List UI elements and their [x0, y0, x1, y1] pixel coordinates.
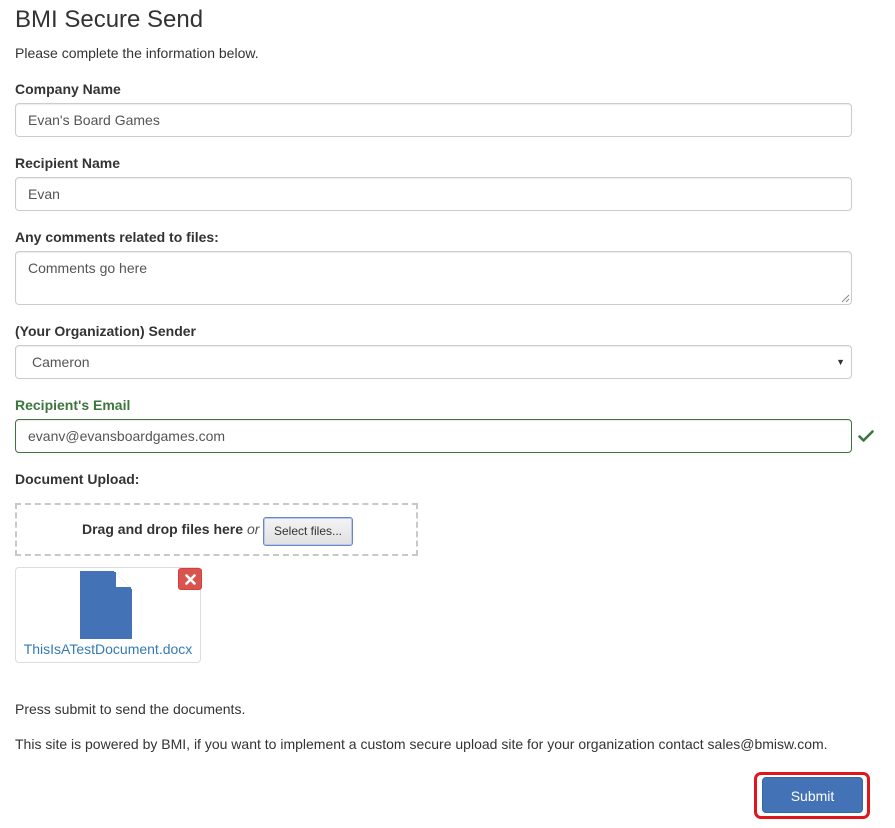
- recipient-name-label: Recipient Name: [15, 155, 121, 171]
- company-name-label: Company Name: [15, 81, 121, 97]
- powered-by-text: This site is powered by BMI, if you want…: [15, 736, 828, 752]
- checkmark-icon: [858, 430, 874, 442]
- recipient-email-input[interactable]: evanv@evansboardgames.com: [15, 419, 852, 453]
- sender-selected-value: Cameron: [32, 354, 90, 370]
- document-icon: [80, 571, 132, 639]
- page-intro: Please complete the information below.: [15, 45, 259, 61]
- uploaded-file-card: ThisIsATestDocument.docx: [15, 567, 202, 663]
- select-files-button[interactable]: Select files...: [263, 517, 353, 546]
- recipient-name-input[interactable]: Evan: [15, 177, 852, 211]
- resize-grip-icon[interactable]: [841, 294, 850, 303]
- file-dropzone[interactable]: Drag and drop files here or Select files…: [15, 503, 418, 556]
- document-upload-label: Document Upload:: [15, 471, 140, 487]
- sender-label: (Your Organization) Sender: [15, 323, 196, 339]
- remove-icon: [185, 574, 196, 585]
- chevron-down-icon: ▼: [836, 357, 845, 367]
- recipient-email-label: Recipient's Email: [15, 397, 131, 413]
- comments-label: Any comments related to files:: [15, 229, 219, 245]
- recipient-email-value: evanv@evansboardgames.com: [28, 428, 226, 444]
- dropzone-or-text: or: [247, 521, 260, 537]
- company-name-value: Evan's Board Games: [28, 112, 160, 128]
- recipient-name-value: Evan: [28, 186, 60, 202]
- submit-button[interactable]: Submit: [762, 777, 863, 813]
- sender-select[interactable]: Cameron ▼: [15, 345, 852, 379]
- submit-instructions: Press submit to send the documents.: [15, 701, 246, 717]
- dropzone-text: Drag and drop files here: [82, 521, 244, 537]
- uploaded-file-name[interactable]: ThisIsATestDocument.docx: [16, 641, 200, 657]
- remove-file-button[interactable]: [178, 568, 202, 590]
- page-title: BMI Secure Send: [15, 6, 204, 33]
- comments-placeholder: Comments go here: [28, 260, 148, 276]
- company-name-input[interactable]: Evan's Board Games: [15, 103, 852, 137]
- comments-textarea[interactable]: Comments go here: [15, 251, 852, 305]
